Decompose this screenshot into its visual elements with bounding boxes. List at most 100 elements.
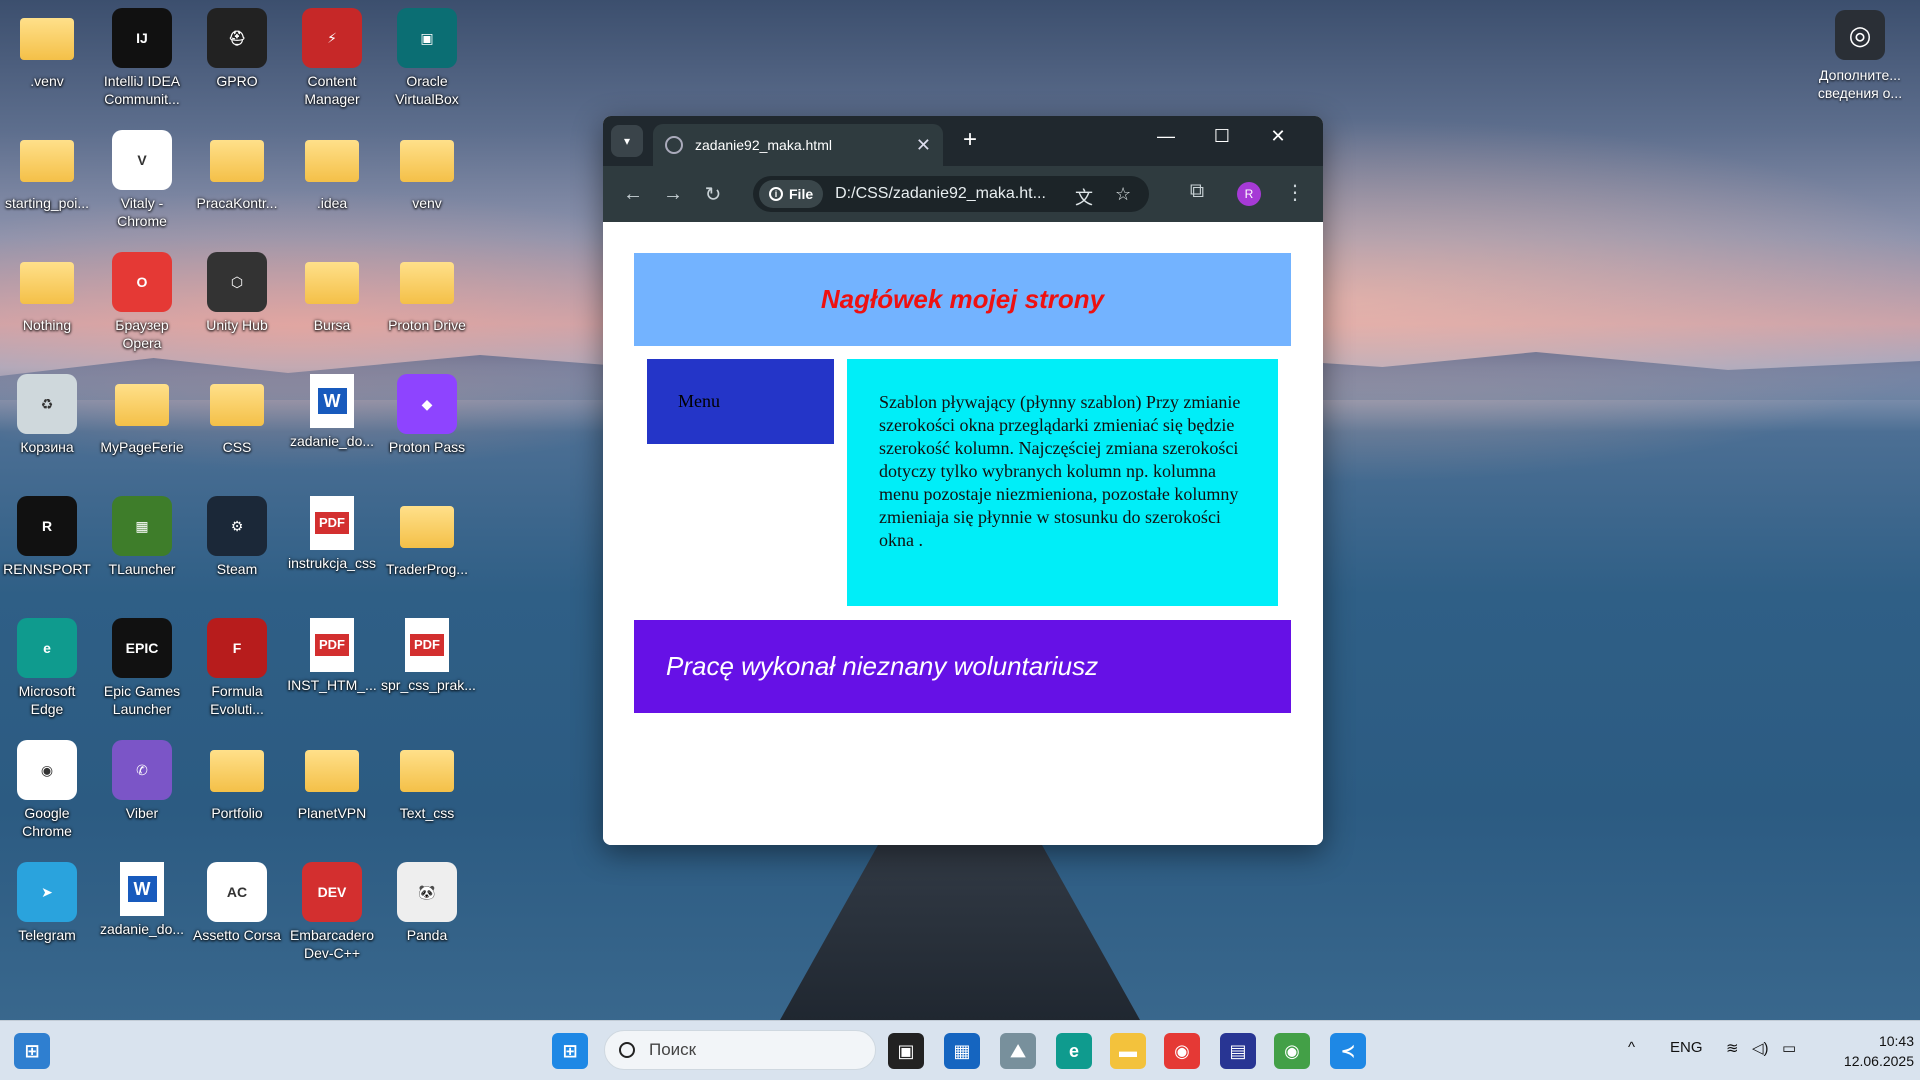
reload-icon[interactable]: ↻ xyxy=(693,182,733,207)
bookmark-star-icon[interactable]: ☆ xyxy=(1115,184,1131,205)
windows-logo-icon[interactable]: ⊞ xyxy=(14,1033,50,1069)
desktop-icon[interactable]: EPIC Epic Games Launcher xyxy=(96,618,188,718)
chrome-profile-icon[interactable]: ◉ xyxy=(1274,1033,1310,1069)
tab-search-button[interactable]: ▾ xyxy=(611,125,643,157)
desktop-icon[interactable]: PracaKontr... xyxy=(191,130,283,212)
app-icon xyxy=(210,750,264,792)
desktop-icon-label: Google Chrome xyxy=(22,805,72,839)
desktop-icon-label: .venv xyxy=(30,73,64,89)
desktop-icon[interactable]: e Microsoft Edge xyxy=(1,618,93,718)
desktop-icon-label: PlanetVPN xyxy=(297,805,367,821)
desktop-icon-label: PracaKontr... xyxy=(196,195,278,211)
app-icon: F xyxy=(207,618,267,678)
minimize-button[interactable]: — xyxy=(1143,126,1189,147)
desktop-icon[interactable]: Text_css xyxy=(381,740,473,822)
desktop-icon[interactable]: PlanetVPN xyxy=(286,740,378,822)
language-indicator[interactable]: ENG xyxy=(1670,1039,1703,1056)
file-explorer-icon[interactable]: ▬ xyxy=(1110,1033,1146,1069)
app-icon xyxy=(115,384,169,426)
desktop-icon[interactable]: Proton Drive xyxy=(381,252,473,334)
desktop-icon[interactable]: ⛑ GPRO xyxy=(191,8,283,90)
chrome-icon[interactable]: ◉ xyxy=(1164,1033,1200,1069)
desktop-icon[interactable]: PDF INST_HTM_... xyxy=(286,618,378,694)
clock-date: 12.06.2025 xyxy=(1843,1053,1914,1069)
desktop-icon[interactable]: venv xyxy=(381,130,473,212)
desktop-icon[interactable]: Nothing xyxy=(1,252,93,334)
battery-icon[interactable]: ▭ xyxy=(1782,1039,1796,1057)
clock[interactable]: 10:43 12.06.2025 xyxy=(1810,1031,1914,1071)
desktop-icon[interactable]: DEV Embarcadero Dev-C++ xyxy=(286,862,378,962)
page-header: Nagłówek mojej strony xyxy=(634,253,1291,346)
menu-kebab-icon[interactable]: ⋮ xyxy=(1275,180,1315,205)
site-info-chip[interactable]: i File xyxy=(759,180,824,208)
desktop-icon-label: TraderProg... xyxy=(386,561,468,577)
desktop-icon[interactable]: Wzadanie_do... xyxy=(96,862,188,938)
corner-widget[interactable]: ◎ Дополните... сведения о... xyxy=(1800,10,1920,102)
tab-close-icon[interactable]: ✕ xyxy=(916,135,931,156)
desktop-icon[interactable]: .venv xyxy=(1,8,93,90)
app-icon: R xyxy=(17,496,77,556)
new-tab-button[interactable]: + xyxy=(955,126,985,154)
app-icon xyxy=(305,262,359,304)
desktop-icon[interactable]: ⚡ Content Manager xyxy=(286,8,378,108)
desktop-icon[interactable]: PDF instrukcja_css xyxy=(286,496,378,572)
desktop-icon[interactable]: ⬡ Unity Hub xyxy=(191,252,283,334)
address-bar[interactable]: i File D:/CSS/zadanie92_maka.ht... 文 ☆ xyxy=(753,176,1149,212)
desktop-icon[interactable]: ✆ Viber xyxy=(96,740,188,822)
taskbar-search[interactable]: Поиск xyxy=(604,1030,876,1070)
desktop-icon[interactable]: Wzadanie_do... xyxy=(286,374,378,450)
app-icon xyxy=(400,140,454,182)
desktop-icon[interactable]: TraderProg... xyxy=(381,496,473,578)
tab-title: zadanie92_maka.html xyxy=(695,137,832,153)
desktop-icon[interactable]: AC Assetto Corsa xyxy=(191,862,283,944)
maximize-button[interactable]: ☐ xyxy=(1199,126,1245,147)
desktop-icon[interactable]: ◉ Google Chrome xyxy=(1,740,93,840)
desktop-icon[interactable]: Bursa xyxy=(286,252,378,334)
desktop-icon[interactable]: 🐼 Panda xyxy=(381,862,473,944)
vscode-icon[interactable]: ≺ xyxy=(1330,1033,1366,1069)
desktop-icon[interactable]: ➤ Telegram xyxy=(1,862,93,944)
translate-icon[interactable]: 文 xyxy=(1075,184,1093,210)
desktop-icon-label: Viber xyxy=(125,805,159,821)
desktop-icon-label: GPRO xyxy=(216,73,258,89)
volume-icon[interactable]: ◁) xyxy=(1752,1039,1769,1057)
app-icon: IJ xyxy=(112,8,172,68)
close-window-button[interactable]: ✕ xyxy=(1255,126,1301,147)
desktop-icon-label: Unity Hub xyxy=(206,317,268,333)
desktop-icon[interactable]: PDF spr_css_prak... xyxy=(381,618,476,694)
profile-avatar[interactable]: R xyxy=(1237,182,1261,206)
desktop-icon[interactable]: ◆ Proton Pass xyxy=(381,374,473,456)
back-arrow-icon[interactable]: ← xyxy=(613,183,653,206)
desktop-icon[interactable]: ▦ TLauncher xyxy=(96,496,188,578)
save-disk-icon[interactable]: ▤ xyxy=(1220,1033,1256,1069)
desktop-icon[interactable]: IJ IntelliJ IDEA Communit... xyxy=(96,8,188,108)
desktop-icon[interactable]: Portfolio xyxy=(191,740,283,822)
desktop-icon[interactable]: starting_poi... xyxy=(1,130,93,212)
desktop-icon[interactable]: R RENNSPORT xyxy=(1,496,93,578)
app-icon: PDF xyxy=(310,496,354,550)
desktop-icon[interactable]: ⚙ Steam xyxy=(191,496,283,578)
extensions-icon[interactable]: ⧉ xyxy=(1177,180,1217,203)
desktop-icon-label: Steam xyxy=(216,561,258,577)
desktop-icon[interactable]: V Vitaly - Chrome xyxy=(96,130,188,230)
edge-icon[interactable]: e xyxy=(1056,1033,1092,1069)
photos-icon[interactable]: ⛰ xyxy=(1000,1033,1036,1069)
desktop-icon[interactable]: ▣ Oracle VirtualBox xyxy=(381,8,473,108)
wifi-icon[interactable]: ≋ xyxy=(1726,1039,1739,1057)
desktop-icon[interactable]: CSS xyxy=(191,374,283,456)
desktop-icon-label: Assetto Corsa xyxy=(193,927,281,943)
store-icon[interactable]: ▦ xyxy=(944,1033,980,1069)
tab-active[interactable]: zadanie92_maka.html ✕ xyxy=(653,124,943,166)
desktop-icon[interactable]: .idea xyxy=(286,130,378,212)
start-button[interactable]: ⊞ xyxy=(552,1033,588,1069)
chevron-up-icon[interactable]: ^ xyxy=(1628,1039,1635,1056)
desktop-icon[interactable]: MyPageFerie xyxy=(96,374,188,456)
desktop-icon[interactable]: ♻ Корзина xyxy=(1,374,93,456)
forward-arrow-icon[interactable]: → xyxy=(653,183,693,206)
desktop-icon[interactable]: F Formula Evoluti... xyxy=(191,618,283,718)
task-view-icon[interactable]: ▣ xyxy=(888,1033,924,1069)
desktop-icon-label: MyPageFerie xyxy=(100,439,184,455)
app-icon: W xyxy=(310,374,354,428)
desktop-icon[interactable]: O Браузер Opera xyxy=(96,252,188,352)
url-text[interactable]: D:/CSS/zadanie92_maka.ht... xyxy=(835,185,1046,203)
